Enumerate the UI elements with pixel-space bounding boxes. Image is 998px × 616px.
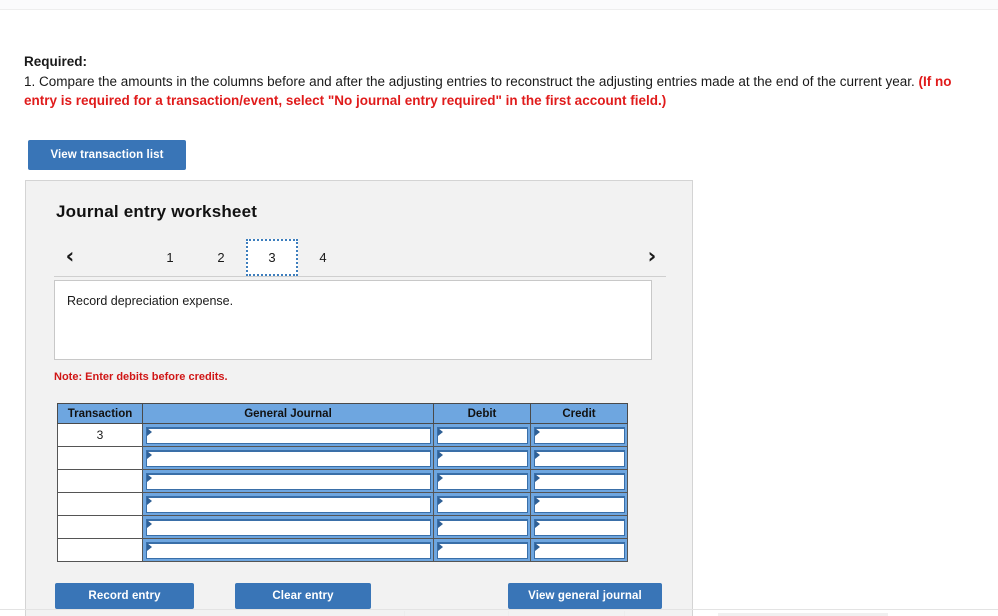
cell-transaction-number — [57, 538, 143, 562]
table-row — [57, 446, 628, 470]
table-row — [57, 492, 628, 516]
credit-input-row-6[interactable] — [534, 541, 625, 559]
debit-input-row-3[interactable] — [437, 472, 528, 490]
cell-transaction-number — [57, 515, 143, 539]
pager-tab-4[interactable]: 4 — [297, 239, 349, 276]
view-transaction-list-button[interactable]: View transaction list — [28, 140, 186, 170]
required-label: Required: — [24, 54, 88, 69]
cell-transaction-number — [57, 492, 143, 516]
column-header-debit: Debit — [433, 403, 531, 424]
view-general-journal-button[interactable]: View general journal — [508, 583, 662, 609]
record-entry-button[interactable]: Record entry — [55, 583, 194, 609]
column-header-transaction: Transaction — [57, 403, 143, 424]
footer-divider-mark — [624, 611, 625, 616]
account-input-row-4[interactable] — [146, 495, 431, 513]
account-input-row-1[interactable] — [146, 426, 431, 444]
journal-entry-table: Transaction General Journal Debit Credit… — [57, 403, 628, 562]
required-instructions: Required: 1. Compare the amounts in the … — [24, 52, 974, 110]
credit-input-row-3[interactable] — [534, 472, 625, 490]
cell-transaction-number: 3 — [57, 423, 143, 447]
required-text: 1. Compare the amounts in the columns be… — [24, 72, 974, 110]
debit-input-row-5[interactable] — [437, 518, 528, 536]
pager-tab-3[interactable]: 3 — [246, 239, 298, 276]
account-input-row-5[interactable] — [146, 518, 431, 536]
account-input-row-6[interactable] — [146, 541, 431, 559]
footer-divider-mark — [508, 611, 509, 616]
chevron-right-icon[interactable]: › — [638, 240, 666, 272]
transaction-description-box: Record depreciation expense. — [54, 280, 652, 360]
table-row: 3 — [57, 423, 628, 447]
account-input-row-3[interactable] — [146, 472, 431, 490]
cell-transaction-number — [57, 446, 143, 470]
pager-tab-2[interactable]: 2 — [195, 239, 247, 276]
debit-input-row-4[interactable] — [437, 495, 528, 513]
required-text-main: 1. Compare the amounts in the columns be… — [24, 74, 919, 89]
table-header-row: Transaction General Journal Debit Credit — [57, 403, 628, 424]
debit-input-row-2[interactable] — [437, 449, 528, 467]
credit-input-row-2[interactable] — [534, 449, 625, 467]
transaction-description-text: Record depreciation expense. — [67, 294, 234, 308]
table-row — [57, 469, 628, 493]
column-header-credit: Credit — [530, 403, 628, 424]
debits-before-credits-note: Note: Enter debits before credits. — [54, 371, 228, 383]
pager-tab-1[interactable]: 1 — [144, 239, 196, 276]
account-input-row-2[interactable] — [146, 449, 431, 467]
debit-input-row-6[interactable] — [437, 541, 528, 559]
cell-transaction-number — [57, 469, 143, 493]
footer-divider — [0, 609, 998, 610]
credit-input-row-1[interactable] — [534, 426, 625, 444]
clear-entry-button[interactable]: Clear entry — [235, 583, 371, 609]
journal-entry-worksheet-panel: Journal entry worksheet ‹ 1 2 3 4 › Reco… — [25, 180, 693, 616]
table-row — [57, 538, 628, 562]
table-row — [57, 515, 628, 539]
credit-input-row-4[interactable] — [534, 495, 625, 513]
credit-input-row-5[interactable] — [534, 518, 625, 536]
chevron-left-icon[interactable]: ‹ — [56, 240, 84, 272]
worksheet-pager: ‹ 1 2 3 4 › — [54, 237, 666, 277]
debit-input-row-1[interactable] — [437, 426, 528, 444]
top-chrome-strip — [0, 0, 998, 10]
footer-divider-mark — [404, 611, 405, 616]
column-header-general-journal: General Journal — [142, 403, 434, 424]
panel-title: Journal entry worksheet — [56, 202, 258, 221]
